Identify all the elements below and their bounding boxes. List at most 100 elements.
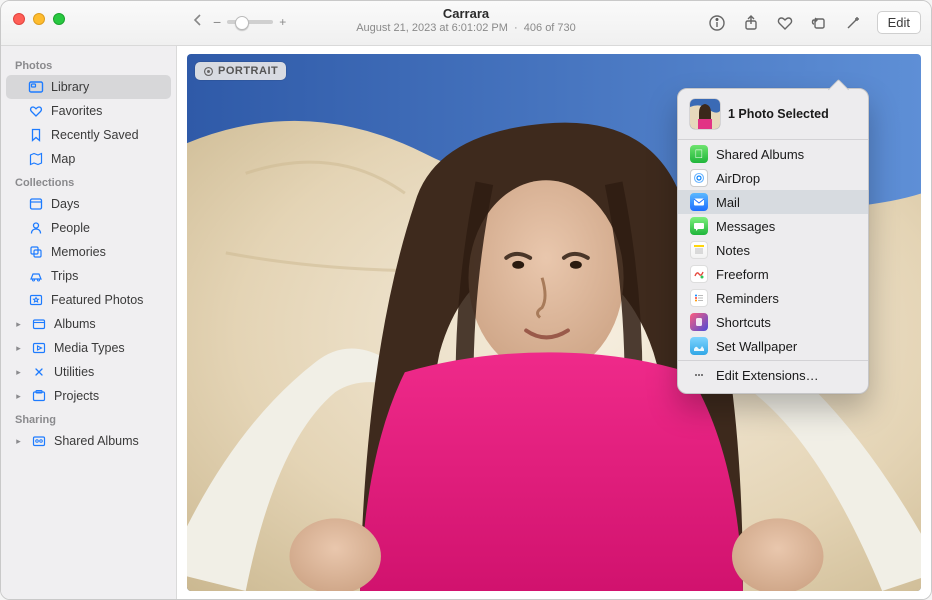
sidebar-item-recently-saved[interactable]: Recently Saved bbox=[6, 123, 171, 147]
featured-icon bbox=[28, 292, 44, 308]
sidebar-item-mediatypes[interactable]: ▸ Media Types bbox=[6, 336, 171, 360]
zoom-slider[interactable]: − + bbox=[213, 14, 286, 30]
albums-icon bbox=[31, 316, 47, 332]
chevron-right-icon: ▸ bbox=[13, 315, 24, 333]
share-notes[interactable]: Notes bbox=[678, 238, 868, 262]
popover-thumb bbox=[690, 99, 720, 129]
minimize-window-button[interactable] bbox=[33, 13, 45, 25]
portrait-badge: PORTRAIT bbox=[195, 62, 286, 80]
sidebar-item-library[interactable]: Library bbox=[6, 75, 171, 99]
share-item-label: AirDrop bbox=[716, 171, 760, 186]
sidebar-item-trips[interactable]: Trips bbox=[6, 264, 171, 288]
titlebar: − + Carrara August 21, 2023 at 6:01:02 P… bbox=[1, 1, 931, 46]
share-freeform[interactable]: Freeform bbox=[678, 262, 868, 286]
edit-button[interactable]: Edit bbox=[877, 11, 921, 34]
sidebar-item-label: Utilities bbox=[54, 363, 94, 381]
sidebar-item-label: Library bbox=[51, 78, 89, 96]
share-shortcuts[interactable]: Shortcuts bbox=[678, 310, 868, 334]
back-button[interactable] bbox=[191, 13, 205, 30]
share-item-label: Edit Extensions… bbox=[716, 368, 819, 383]
sidebar-item-label: Projects bbox=[54, 387, 99, 405]
heart-icon bbox=[28, 103, 44, 119]
sidebar-item-people[interactable]: People bbox=[6, 216, 171, 240]
shared-albums-icon bbox=[31, 433, 47, 449]
sidebar-item-label: Recently Saved bbox=[51, 126, 139, 144]
chevron-right-icon: ▸ bbox=[13, 387, 24, 405]
chevron-right-icon: ▸ bbox=[13, 432, 24, 450]
shortcuts-icon bbox=[690, 313, 708, 331]
nav-zoom-group: − + bbox=[191, 13, 286, 30]
content-area: PORTRAIT 1 Photo Selected 􀉹 Shared Album… bbox=[177, 46, 931, 599]
zoom-track[interactable] bbox=[227, 20, 273, 24]
separator bbox=[678, 360, 868, 361]
share-edit-extensions[interactable]: Edit Extensions… bbox=[678, 363, 868, 387]
sidebar-item-label: Map bbox=[51, 150, 75, 168]
autoenhance-button[interactable] bbox=[843, 13, 863, 33]
projects-icon bbox=[31, 388, 47, 404]
share-item-label: Shortcuts bbox=[716, 315, 771, 330]
shared-albums-icon: 􀉹 bbox=[690, 145, 708, 163]
chevron-right-icon: ▸ bbox=[13, 363, 24, 381]
sidebar-item-memories[interactable]: Memories bbox=[6, 240, 171, 264]
wallpaper-icon bbox=[690, 337, 708, 355]
section-photos-label: Photos bbox=[1, 54, 176, 75]
freeform-icon bbox=[690, 265, 708, 283]
share-item-label: Reminders bbox=[716, 291, 779, 306]
calendar-icon bbox=[28, 196, 44, 212]
extensions-icon bbox=[690, 366, 708, 384]
share-button[interactable] bbox=[741, 13, 761, 33]
share-messages[interactable]: Messages bbox=[678, 214, 868, 238]
sidebar-item-label: Favorites bbox=[51, 102, 102, 120]
favorite-button[interactable] bbox=[775, 13, 795, 33]
sidebar-item-label: Featured Photos bbox=[51, 291, 143, 309]
share-item-label: Mail bbox=[716, 195, 740, 210]
popover-header: 1 Photo Selected bbox=[678, 97, 868, 137]
sidebar-item-shared-albums[interactable]: ▸ Shared Albums bbox=[6, 429, 171, 453]
sidebar-item-label: Media Types bbox=[54, 339, 125, 357]
share-set-wallpaper[interactable]: Set Wallpaper bbox=[678, 334, 868, 358]
share-airdrop[interactable]: AirDrop bbox=[678, 166, 868, 190]
traffic-lights bbox=[13, 13, 65, 25]
portrait-icon bbox=[203, 66, 214, 77]
utilities-icon bbox=[31, 364, 47, 380]
sidebar-item-days[interactable]: Days bbox=[6, 192, 171, 216]
messages-icon bbox=[690, 217, 708, 235]
library-icon bbox=[28, 79, 44, 95]
sidebar-item-albums[interactable]: ▸ Albums bbox=[6, 312, 171, 336]
share-mail[interactable]: Mail bbox=[678, 190, 868, 214]
share-item-label: Notes bbox=[716, 243, 750, 258]
people-icon bbox=[28, 220, 44, 236]
close-window-button[interactable] bbox=[13, 13, 25, 25]
zoom-in-icon: + bbox=[279, 15, 286, 29]
share-item-label: Freeform bbox=[716, 267, 769, 282]
mediatypes-icon bbox=[31, 340, 47, 356]
subtitle-count: 406 of 730 bbox=[524, 22, 576, 34]
fullscreen-window-button[interactable] bbox=[53, 13, 65, 25]
sidebar-item-favorites[interactable]: Favorites bbox=[6, 99, 171, 123]
section-sharing-label: Sharing bbox=[1, 408, 176, 429]
separator bbox=[678, 139, 868, 140]
share-shared-albums[interactable]: 􀉹 Shared Albums bbox=[678, 142, 868, 166]
share-reminders[interactable]: Reminders bbox=[678, 286, 868, 310]
body: Photos Library Favorites Recently Saved … bbox=[1, 46, 931, 599]
portrait-badge-label: PORTRAIT bbox=[218, 65, 278, 77]
share-popover: 1 Photo Selected 􀉹 Shared Albums AirDrop bbox=[677, 88, 869, 394]
airdrop-icon bbox=[690, 169, 708, 187]
notes-icon bbox=[690, 241, 708, 259]
sidebar-item-label: Shared Albums bbox=[54, 432, 139, 450]
zoom-out-icon: − bbox=[213, 14, 221, 30]
share-item-label: Messages bbox=[716, 219, 775, 234]
mail-icon bbox=[690, 193, 708, 211]
section-collections-label: Collections bbox=[1, 171, 176, 192]
share-item-label: Set Wallpaper bbox=[716, 339, 797, 354]
sidebar-item-featured[interactable]: Featured Photos bbox=[6, 288, 171, 312]
sidebar-item-projects[interactable]: ▸ Projects bbox=[6, 384, 171, 408]
info-button[interactable] bbox=[707, 13, 727, 33]
reminders-icon bbox=[690, 289, 708, 307]
rotate-button[interactable] bbox=[809, 13, 829, 33]
sidebar-item-map[interactable]: Map bbox=[6, 147, 171, 171]
sidebar-item-utilities[interactable]: ▸ Utilities bbox=[6, 360, 171, 384]
bookmark-icon bbox=[28, 127, 44, 143]
sidebar: Photos Library Favorites Recently Saved … bbox=[1, 46, 177, 599]
subtitle-date: August 21, 2023 at 6:01:02 PM bbox=[356, 22, 508, 34]
